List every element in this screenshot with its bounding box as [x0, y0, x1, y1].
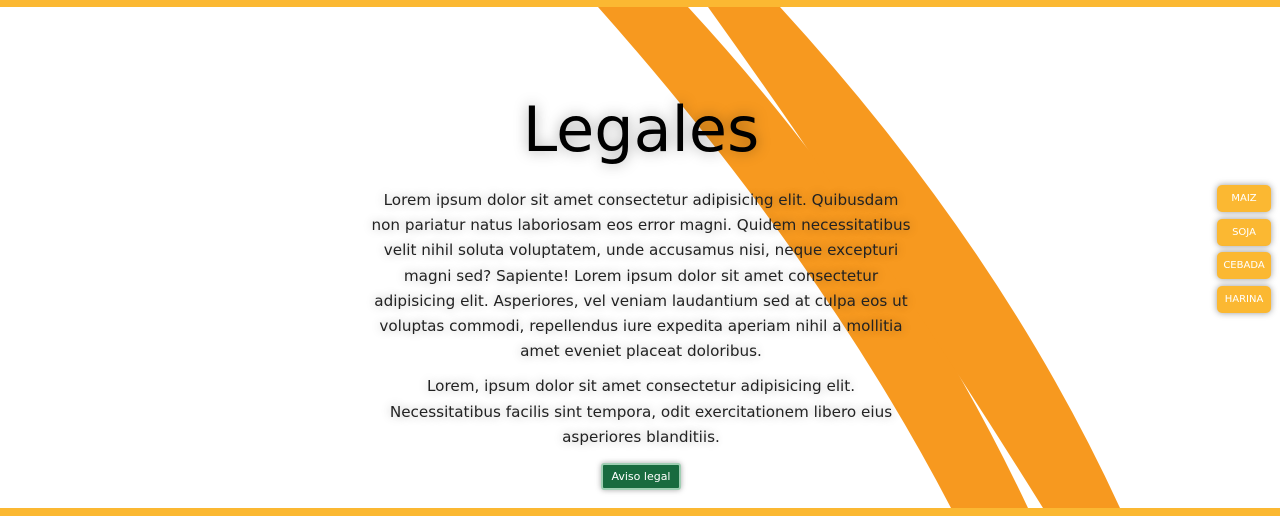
legal-notice-button[interactable]: Aviso legal	[601, 463, 681, 491]
side-nav-harina[interactable]: HARINA	[1217, 285, 1271, 313]
legal-paragraph-2: Lorem, ipsum dolor sit amet consectetur …	[389, 377, 893, 446]
side-nav-cebada[interactable]: CEBADA	[1217, 252, 1271, 280]
side-nav-maiz[interactable]: MAIZ	[1217, 185, 1271, 212]
side-nav-soja[interactable]: SOJA	[1217, 218, 1271, 246]
side-nav: MAIZ SOJA CEBADA HARINA	[1217, 185, 1271, 319]
bottom-accent-bar	[0, 508, 1280, 516]
legal-section: Legales Lorem ipsum dolor sit amet conse…	[370, 90, 912, 491]
page-title: Legales	[522, 93, 760, 166]
top-accent-bar	[0, 0, 1280, 7]
legal-paragraph-1: Lorem ipsum dolor sit amet consectetur a…	[371, 191, 911, 361]
